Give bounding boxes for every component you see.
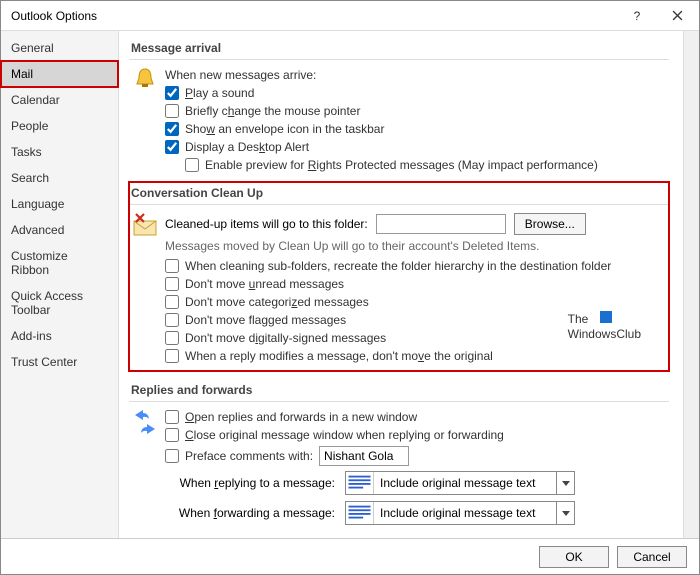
ok-button[interactable]: OK — [539, 546, 609, 568]
dialog-body: General Mail Calendar People Tasks Searc… — [1, 31, 699, 538]
change-pointer-label: Briefly change the mouse pointer — [185, 104, 360, 118]
reply-modifies-checkbox[interactable] — [165, 349, 179, 363]
sidebar-item-trust-center[interactable]: Trust Center — [1, 349, 118, 375]
sidebar-item-customize-ribbon[interactable]: Customize Ribbon — [1, 243, 118, 283]
cleanup-help-text: Messages moved by Clean Up will go to th… — [165, 237, 669, 257]
cleanup-folder-input[interactable] — [376, 214, 506, 234]
section-header: Conversation Clean Up — [129, 182, 669, 205]
text-lines-icon — [346, 472, 374, 494]
cancel-button[interactable]: Cancel — [617, 546, 687, 568]
chevron-down-icon — [556, 502, 574, 524]
close-icon — [672, 10, 683, 21]
dont-move-unread-checkbox[interactable] — [165, 277, 179, 291]
close-original-label: Close original message window when reply… — [185, 428, 504, 442]
bell-icon — [131, 66, 159, 94]
sidebar-item-add-ins[interactable]: Add-ins — [1, 323, 118, 349]
dont-move-categorized-checkbox[interactable] — [165, 295, 179, 309]
arrival-intro: When new messages arrive: — [165, 66, 669, 84]
browse-button[interactable]: Browse... — [514, 213, 586, 235]
content-pane[interactable]: Message arrival When new messages arrive… — [119, 31, 683, 538]
preface-checkbox[interactable] — [165, 449, 179, 463]
envelope-icon-checkbox[interactable] — [165, 122, 179, 136]
sidebar-item-calendar[interactable]: Calendar — [1, 87, 118, 113]
preface-input[interactable] — [319, 446, 409, 466]
when-replying-combo[interactable]: Include original message text — [345, 471, 575, 495]
recreate-hierarchy-label: When cleaning sub-folders, recreate the … — [185, 259, 611, 273]
cleanup-folder-label: Cleaned-up items will go to this folder: — [165, 217, 368, 231]
envelope-icon-label: Show an envelope icon in the taskbar — [185, 122, 384, 136]
sidebar: General Mail Calendar People Tasks Searc… — [1, 31, 119, 538]
reply-modifies-label: When a reply modifies a message, don't m… — [185, 349, 493, 363]
when-forwarding-label: When forwarding a message: — [165, 506, 335, 520]
envelope-delete-icon — [131, 211, 159, 239]
sidebar-item-people[interactable]: People — [1, 113, 118, 139]
desktop-alert-checkbox[interactable] — [165, 140, 179, 154]
dont-move-signed-checkbox[interactable] — [165, 331, 179, 345]
rights-preview-checkbox[interactable] — [185, 158, 199, 172]
open-new-window-checkbox[interactable] — [165, 410, 179, 424]
sidebar-item-quick-access-toolbar[interactable]: Quick Access Toolbar — [1, 283, 118, 323]
rights-preview-label: Enable preview for Rights Protected mess… — [205, 158, 598, 172]
help-button[interactable]: ? — [617, 2, 657, 30]
dialog-window: Outlook Options ? General Mail Calendar … — [0, 0, 700, 575]
section-replies-forwards: Replies and forwards Open replies and fo… — [129, 379, 669, 528]
titlebar: Outlook Options ? — [1, 1, 699, 31]
window-title: Outlook Options — [11, 9, 617, 23]
section-header: Replies and forwards — [129, 379, 669, 402]
dont-move-signed-label: Don't move digitally-signed messages — [185, 331, 386, 345]
recreate-hierarchy-checkbox[interactable] — [165, 259, 179, 273]
play-sound-checkbox[interactable] — [165, 86, 179, 100]
close-button[interactable] — [657, 2, 697, 30]
desktop-alert-label: Display a Desktop Alert — [185, 140, 309, 154]
dont-move-categorized-label: Don't move categorized messages — [185, 295, 369, 309]
when-replying-label: When replying to a message: — [165, 476, 335, 490]
preface-label: Preface comments with: — [185, 449, 313, 463]
dont-move-flagged-label: Don't move flagged messages — [185, 313, 346, 327]
dialog-footer: OK Cancel — [1, 538, 699, 574]
sidebar-item-search[interactable]: Search — [1, 165, 118, 191]
when-forwarding-combo[interactable]: Include original message text — [345, 501, 575, 525]
section-message-arrival: Message arrival When new messages arrive… — [129, 37, 669, 174]
sidebar-item-general[interactable]: General — [1, 35, 118, 61]
sidebar-item-language[interactable]: Language — [1, 191, 118, 217]
dont-move-unread-label: Don't move unread messages — [185, 277, 344, 291]
section-header: Message arrival — [129, 37, 669, 60]
open-new-window-label: Open replies and forwards in a new windo… — [185, 410, 417, 424]
play-sound-label: Play a sound — [185, 86, 254, 100]
sidebar-item-advanced[interactable]: Advanced — [1, 217, 118, 243]
reply-forward-icon — [131, 408, 159, 436]
text-lines-icon — [346, 502, 374, 524]
close-original-checkbox[interactable] — [165, 428, 179, 442]
section-conversation-cleanup: Conversation Clean Up Cleaned-up items w… — [129, 182, 669, 371]
chevron-down-icon — [556, 472, 574, 494]
dont-move-flagged-checkbox[interactable] — [165, 313, 179, 327]
change-pointer-checkbox[interactable] — [165, 104, 179, 118]
sidebar-item-mail[interactable]: Mail — [1, 61, 118, 87]
sidebar-item-tasks[interactable]: Tasks — [1, 139, 118, 165]
vertical-scrollbar[interactable] — [683, 31, 699, 538]
